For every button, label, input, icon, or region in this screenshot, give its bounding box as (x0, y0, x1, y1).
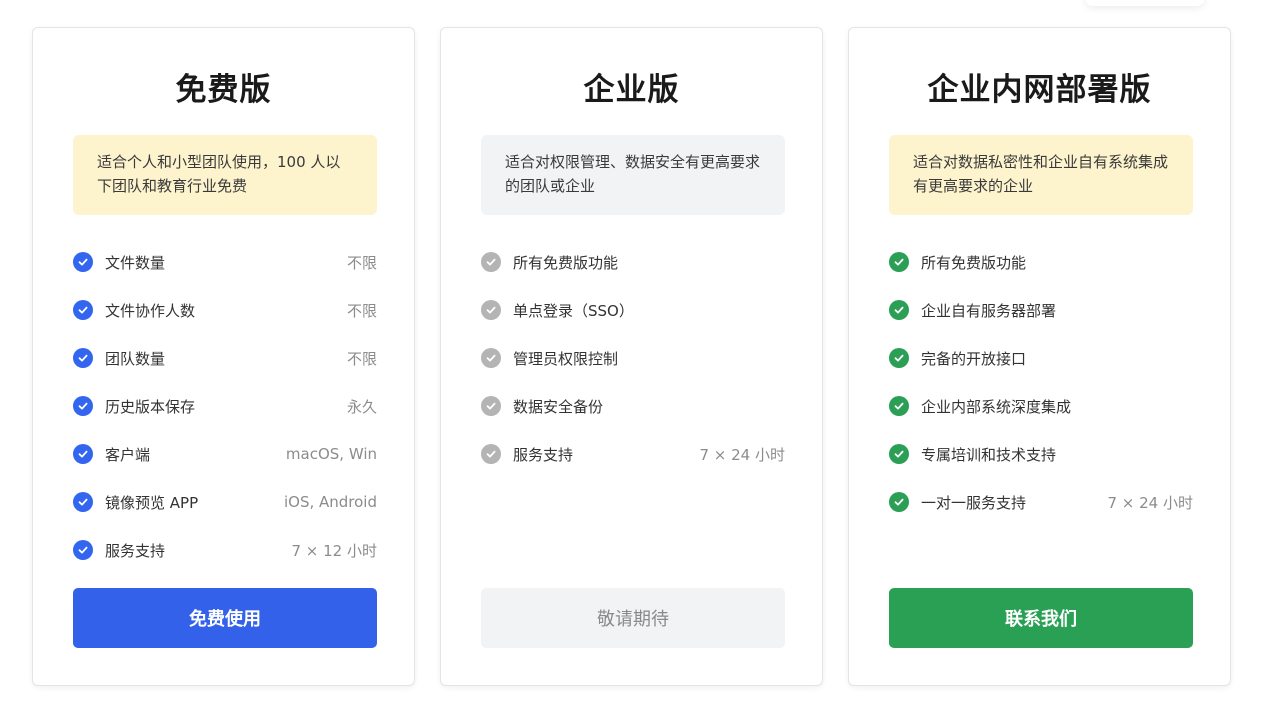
feature-item: 数据安全备份 (481, 382, 785, 430)
feature-value: 不限 (346, 301, 377, 320)
check-circle-icon (481, 348, 501, 368)
feature-item: 专属培训和技术支持 (889, 430, 1193, 478)
check-circle-icon (481, 444, 501, 464)
feature-value: 7 × 24 小时 (1107, 493, 1193, 512)
check-circle-icon (889, 444, 909, 464)
feature-label: 服务支持 (105, 541, 166, 560)
feature-item: 完备的开放接口 (889, 334, 1193, 382)
feature-item: 文件协作人数 不限 (73, 286, 377, 334)
feature-label: 服务支持 (513, 445, 574, 464)
feature-value: 不限 (346, 349, 377, 368)
check-circle-icon (73, 540, 93, 560)
feature-value: 不限 (346, 253, 377, 272)
feature-item: 客户端 macOS, Win (73, 430, 377, 478)
feature-item: 历史版本保存 永久 (73, 382, 377, 430)
feature-list: 文件数量 不限 文件协作人数 不限 团队数量 不限 历史版本保存 永久 客户端 (73, 238, 377, 574)
plan-description: 适合个人和小型团队使用，100 人以下团队和教育行业免费 (73, 135, 377, 215)
coming-soon-button[interactable]: 敬请期待 (481, 588, 785, 648)
feature-label: 所有免费版功能 (921, 253, 1027, 272)
plan-card-enterprise: 企业版 适合对权限管理、数据安全有更高要求的团队或企业 所有免费版功能 单点登录… (440, 27, 823, 686)
check-circle-icon (73, 300, 93, 320)
check-circle-icon (481, 396, 501, 416)
feature-label: 文件协作人数 (105, 301, 196, 320)
feature-label: 历史版本保存 (105, 397, 196, 416)
feature-item: 单点登录（SSO） (481, 286, 785, 334)
check-circle-icon (73, 492, 93, 512)
feature-label: 镜像预览 APP (105, 493, 199, 512)
feature-label: 客户端 (105, 445, 151, 464)
feature-item: 一对一服务支持 7 × 24 小时 (889, 478, 1193, 526)
feature-label: 单点登录（SSO） (513, 301, 634, 320)
feature-item: 管理员权限控制 (481, 334, 785, 382)
feature-item: 服务支持 7 × 12 小时 (73, 526, 377, 574)
plan-description: 适合对权限管理、数据安全有更高要求的团队或企业 (481, 135, 785, 215)
check-circle-icon (73, 444, 93, 464)
pricing-plans: 免费版 适合个人和小型团队使用，100 人以下团队和教育行业免费 文件数量 不限… (0, 0, 1263, 710)
check-circle-icon (889, 492, 909, 512)
feature-label: 专属培训和技术支持 (921, 445, 1057, 464)
feature-value: 7 × 12 小时 (291, 541, 377, 560)
plan-title: 企业内网部署版 (927, 72, 1152, 108)
plan-description: 适合对数据私密性和企业自有系统集成有更高要求的企业 (889, 135, 1193, 215)
check-circle-icon (889, 348, 909, 368)
feature-list: 所有免费版功能 企业自有服务器部署 完备的开放接口 企业内部系统深度集成 专属培 (889, 238, 1193, 526)
feature-item: 团队数量 不限 (73, 334, 377, 382)
plan-card-on-premise: 企业内网部署版 适合对数据私密性和企业自有系统集成有更高要求的企业 所有免费版功… (848, 27, 1231, 686)
feature-label: 管理员权限控制 (513, 349, 619, 368)
check-circle-icon (889, 396, 909, 416)
check-circle-icon (73, 252, 93, 272)
feature-value: 永久 (346, 397, 377, 416)
feature-item: 文件数量 不限 (73, 238, 377, 286)
plan-title: 免费版 (175, 72, 272, 108)
feature-label: 所有免费版功能 (513, 253, 619, 272)
free-use-button[interactable]: 免费使用 (73, 588, 377, 648)
feature-label: 一对一服务支持 (921, 493, 1027, 512)
feature-label: 完备的开放接口 (921, 349, 1027, 368)
feature-label: 企业内部系统深度集成 (921, 397, 1072, 416)
feature-label: 企业自有服务器部署 (921, 301, 1057, 320)
check-circle-icon (73, 348, 93, 368)
feature-item: 镜像预览 APP iOS, Android (73, 478, 377, 526)
check-circle-icon (73, 396, 93, 416)
feature-label: 数据安全备份 (513, 397, 604, 416)
feature-value: iOS, Android (283, 493, 377, 511)
feature-value: 7 × 24 小时 (699, 445, 785, 464)
feature-list: 所有免费版功能 单点登录（SSO） 管理员权限控制 数据安全备份 服务支持 7 … (481, 238, 785, 478)
feature-item: 所有免费版功能 (889, 238, 1193, 286)
feature-label: 团队数量 (105, 349, 166, 368)
contact-us-button[interactable]: 联系我们 (889, 588, 1193, 648)
feature-item: 服务支持 7 × 24 小时 (481, 430, 785, 478)
check-circle-icon (481, 252, 501, 272)
feature-label: 文件数量 (105, 253, 166, 272)
plan-title: 企业版 (583, 72, 680, 108)
feature-value: macOS, Win (285, 445, 377, 463)
check-circle-icon (889, 300, 909, 320)
feature-item: 企业内部系统深度集成 (889, 382, 1193, 430)
feature-item: 所有免费版功能 (481, 238, 785, 286)
plan-card-free: 免费版 适合个人和小型团队使用，100 人以下团队和教育行业免费 文件数量 不限… (32, 27, 415, 686)
check-circle-icon (889, 252, 909, 272)
feature-item: 企业自有服务器部署 (889, 286, 1193, 334)
check-circle-icon (481, 300, 501, 320)
